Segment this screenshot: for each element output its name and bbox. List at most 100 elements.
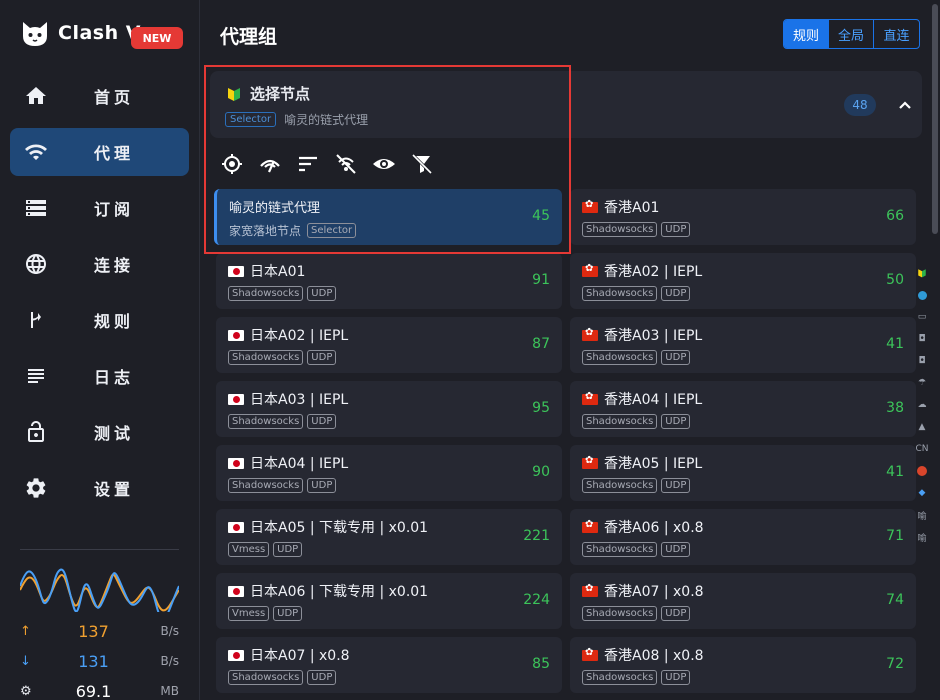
proxy-delay[interactable]: 45 [532, 208, 550, 224]
proxy-card[interactable]: 日本A04 | IEPL Shadowsocks UDP 90 [216, 445, 562, 501]
scrollbar-thumb[interactable] [932, 4, 938, 234]
jp-flag-icon [228, 649, 244, 661]
nav-label: 代理 [94, 144, 135, 163]
traffic-panel: ↑ 137 B/s ↓ 131 B/s ⚙ 69.1 MB [19, 549, 180, 700]
nav-item-connections[interactable]: 连接 [10, 240, 189, 288]
protocol-tag: Shadowsocks [228, 286, 304, 301]
proxy-card[interactable]: 香港A04 | IEPL ShadowsocksUDP 38 [570, 381, 916, 437]
protocol-tag: Shadowsocks [582, 414, 658, 429]
nav-item-proxy[interactable]: 代理 [10, 128, 189, 176]
proxy-delay[interactable]: 41 [886, 336, 904, 352]
nav-item-logs[interactable]: 日志 [10, 352, 189, 400]
proxy-delay[interactable]: 221 [523, 528, 550, 544]
proxy-card[interactable]: 香港A01 ShadowsocksUDP 66 [570, 189, 916, 245]
proxy-delay[interactable]: 87 [532, 336, 550, 352]
proxy-card[interactable]: 日本A01 Shadowsocks UDP 91 [216, 253, 562, 309]
proxy-card[interactable]: 香港A02 | IEPL ShadowsocksUDP 50 [570, 253, 916, 309]
hk-flag-icon [582, 327, 598, 341]
proxy-delay[interactable]: 224 [523, 592, 550, 608]
mode-global-button[interactable]: 全局 [829, 20, 874, 48]
proxy-delay[interactable]: 72 [886, 656, 904, 672]
locate-button[interactable] [220, 151, 258, 177]
beginner-mark-icon [228, 87, 240, 101]
eye-icon [373, 159, 395, 169]
udp-tag: UDP [661, 478, 691, 493]
hide-unavailable-button[interactable] [334, 151, 372, 177]
proxy-name: 香港A04 | IEPL [604, 392, 703, 408]
proxy-delay[interactable]: 90 [532, 464, 550, 480]
proxy-name-row: 香港A06 | x0.8 [582, 517, 704, 537]
chevron-up-icon[interactable] [895, 95, 915, 115]
protocol-tag: Shadowsocks [582, 670, 658, 685]
memory-usage: 69.1 [75, 681, 112, 700]
proxy-card[interactable]: 香港A06 | x0.8 ShadowsocksUDP 71 [570, 509, 916, 565]
nav-item-subscription[interactable]: 订阅 [10, 184, 189, 232]
proxy-name-row: 香港A08 | x0.8 [582, 645, 704, 665]
udp-tag: UDP [307, 478, 337, 493]
upload-row: ↑ 137 B/s [20, 616, 179, 646]
page-title: 代理组 [220, 26, 278, 48]
hk-flag-icon [582, 391, 598, 405]
proxy-delay[interactable]: 71 [886, 528, 904, 544]
filter-button[interactable] [410, 151, 448, 177]
upload-speed: 137 [78, 621, 109, 641]
proxy-delay[interactable]: 85 [532, 656, 550, 672]
home-icon [26, 87, 46, 104]
proxy-name: 香港A08 | x0.8 [604, 648, 704, 664]
mode-direct-button[interactable]: 直连 [874, 20, 919, 48]
proxy-card[interactable]: 香港A05 | IEPL ShadowsocksUDP 41 [570, 445, 916, 501]
sort-icon [299, 156, 317, 172]
proxy-name-row: 日本A03 | IEPL [228, 389, 348, 409]
proxy-tags: Shadowsocks UDP [582, 350, 694, 365]
proxy-delay[interactable]: 95 [532, 400, 550, 416]
proxy-name: 日本A04 | IEPL [250, 456, 349, 472]
proxy-delay[interactable]: 50 [886, 272, 904, 288]
proxy-name-row: 香港A05 | IEPL [582, 453, 702, 473]
proxy-delay[interactable]: 38 [886, 400, 904, 416]
nav-item-settings[interactable]: 设置 [10, 464, 189, 512]
proxy-name: 香港A03 | IEPL [604, 328, 703, 344]
proxy-delay[interactable]: 66 [886, 208, 904, 224]
jp-flag-icon [228, 585, 244, 597]
proxy-card[interactable]: 日本A07 | x0.8 Shadowsocks UDP 85 [216, 637, 562, 693]
proxy-card[interactable]: 香港A08 | x0.8 ShadowsocksUDP 72 [570, 637, 916, 693]
proxy-group-header[interactable]: 选择节点 Selector 喻灵的链式代理 48 [210, 71, 922, 138]
proxy-card[interactable]: 日本A06 | 下载专用 | x0.01 Vmess UDP 224 [216, 573, 562, 629]
nav-item-rules[interactable]: 规则 [10, 296, 189, 344]
divider [20, 549, 179, 550]
nav-label: 设置 [94, 480, 135, 499]
protocol-tag: Vmess [228, 606, 270, 621]
nav-item-home[interactable]: 首页 [10, 72, 189, 120]
proxy-card[interactable]: 香港A03 | IEPL ShadowsocksUDP 41 [570, 317, 916, 373]
speed-test-button[interactable] [258, 151, 296, 177]
nav-item-test[interactable]: 测试 [10, 408, 189, 456]
protocol-tag: Shadowsocks [228, 350, 304, 365]
proxy-tags: Shadowsocks UDP [228, 414, 340, 429]
hk-flag-icon [582, 199, 598, 213]
protocol-tag: Shadowsocks [582, 286, 658, 301]
new-badge: NEW [131, 27, 183, 49]
sort-button[interactable] [296, 151, 334, 177]
memory-unit: MB [160, 684, 179, 698]
proxy-delay[interactable]: 41 [886, 464, 904, 480]
main-content: 代理组 规则 全局 直连 选择节点 Selector 喻灵的链式代理 48 喻灵… [200, 0, 940, 700]
proxy-tags: Shadowsocks UDP [582, 286, 694, 301]
download-row: ↓ 131 B/s [20, 646, 179, 676]
proxy-delay[interactable]: 74 [886, 592, 904, 608]
storage-icon [26, 200, 46, 216]
proxy-tags: Shadowsocks UDP [582, 478, 694, 493]
udp-tag: UDP [307, 414, 337, 429]
proxy-card-selected[interactable]: 喻灵的链式代理 家宽落地节点 Selector 45 [214, 189, 562, 245]
arrow-up-icon: ↑ [20, 623, 31, 639]
mode-rule-button[interactable]: 规则 [784, 20, 829, 48]
show-type-button[interactable] [372, 151, 410, 177]
proxy-card[interactable]: 香港A07 | x0.8 ShadowsocksUDP 74 [570, 573, 916, 629]
proxy-name-row: 日本A01 [228, 261, 305, 281]
filter-clear-icon [411, 153, 433, 175]
proxy-card[interactable]: 日本A03 | IEPL Shadowsocks UDP 95 [216, 381, 562, 437]
proxy-name: 日本A03 | IEPL [250, 392, 349, 408]
proxy-delay[interactable]: 91 [532, 272, 550, 288]
proxy-card[interactable]: 日本A05 | 下载专用 | x0.01 Vmess UDP 221 [216, 509, 562, 565]
udp-tag: UDP [661, 542, 691, 557]
proxy-card[interactable]: 日本A02 | IEPL Shadowsocks UDP 87 [216, 317, 562, 373]
